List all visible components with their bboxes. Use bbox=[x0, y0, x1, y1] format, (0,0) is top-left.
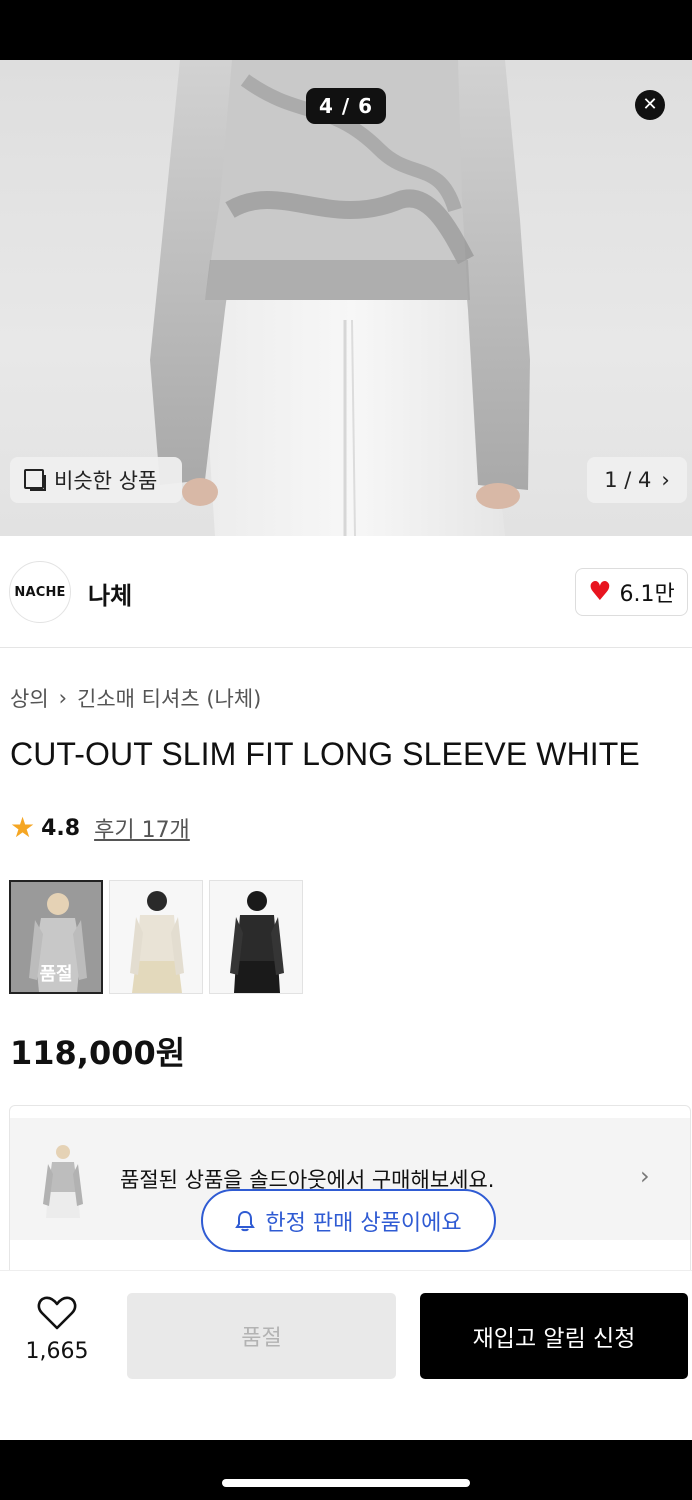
similar-products-icon bbox=[24, 469, 46, 491]
star-icon: ★ bbox=[10, 811, 36, 844]
status-bar bbox=[0, 0, 692, 60]
chevron-right-icon: › bbox=[661, 468, 670, 492]
heart-outline-icon bbox=[37, 1296, 77, 1330]
heart-filled-icon: ♥ bbox=[588, 577, 612, 607]
rating-value: 4.8 bbox=[41, 815, 81, 841]
similar-products-button[interactable]: 비슷한 상품 bbox=[10, 457, 182, 503]
brand-like-button[interactable]: ♥ 6.1만 bbox=[575, 568, 688, 616]
restock-alert-button[interactable]: 재입고 알림 신청 bbox=[420, 1293, 688, 1379]
product-image-gallery[interactable]: 4 / 6 ✕ 비슷한 상품 1 / 4 › bbox=[0, 60, 692, 536]
chevron-right-icon: › bbox=[640, 1162, 650, 1190]
color-variant-black[interactable] bbox=[209, 880, 303, 994]
wishlist-count: 1,665 bbox=[25, 1339, 89, 1364]
image-page-counter: 1 / 4 bbox=[604, 468, 652, 492]
reviews-link[interactable]: 후기 17개 bbox=[94, 812, 190, 844]
breadcrumb-subcategory[interactable]: 긴소매 티셔츠 (나체) bbox=[77, 683, 261, 713]
soldout-tag: 품절 bbox=[39, 964, 73, 985]
gallery-counter: 4 / 6 bbox=[306, 88, 386, 124]
image-page-button[interactable]: 1 / 4 › bbox=[587, 457, 687, 503]
product-title: CUT-OUT SLIM FIT LONG SLEEVE WHITE bbox=[10, 736, 640, 772]
limited-sale-badge: 한정 판매 상품이에요 bbox=[201, 1189, 496, 1252]
color-variants: 품절 bbox=[9, 880, 303, 994]
banner-thumbnail bbox=[32, 1140, 94, 1220]
brand-like-count: 6.1만 bbox=[619, 582, 675, 607]
home-indicator[interactable] bbox=[222, 1479, 470, 1487]
close-icon[interactable]: ✕ bbox=[635, 90, 665, 120]
chevron-right-icon: › bbox=[58, 686, 68, 710]
similar-products-label: 비슷한 상품 bbox=[54, 469, 158, 493]
brand-row: NACHE 나체 ♥ 6.1만 bbox=[0, 536, 692, 648]
brand-logo[interactable]: NACHE bbox=[9, 561, 71, 623]
limited-sale-label: 한정 판매 상품이에요 bbox=[265, 1210, 462, 1236]
color-variant-white[interactable]: 품절 bbox=[9, 880, 103, 994]
soldout-button: 품절 bbox=[127, 1293, 396, 1379]
color-variant-ivory[interactable] bbox=[109, 880, 203, 994]
product-rating: ★ 4.8 후기 17개 bbox=[10, 812, 190, 844]
breadcrumb: 상의 › 긴소매 티셔츠 (나체) bbox=[10, 683, 261, 713]
breadcrumb-category[interactable]: 상의 bbox=[10, 683, 49, 713]
brand-name[interactable]: 나체 bbox=[88, 576, 132, 611]
wishlist-button[interactable]: 1,665 bbox=[22, 1295, 92, 1364]
product-price: 118,000원 bbox=[10, 1034, 186, 1072]
bottom-action-bar: 1,665 품절 재입고 알림 신청 bbox=[0, 1270, 692, 1440]
home-area bbox=[0, 1440, 692, 1500]
bell-icon bbox=[235, 1210, 256, 1232]
